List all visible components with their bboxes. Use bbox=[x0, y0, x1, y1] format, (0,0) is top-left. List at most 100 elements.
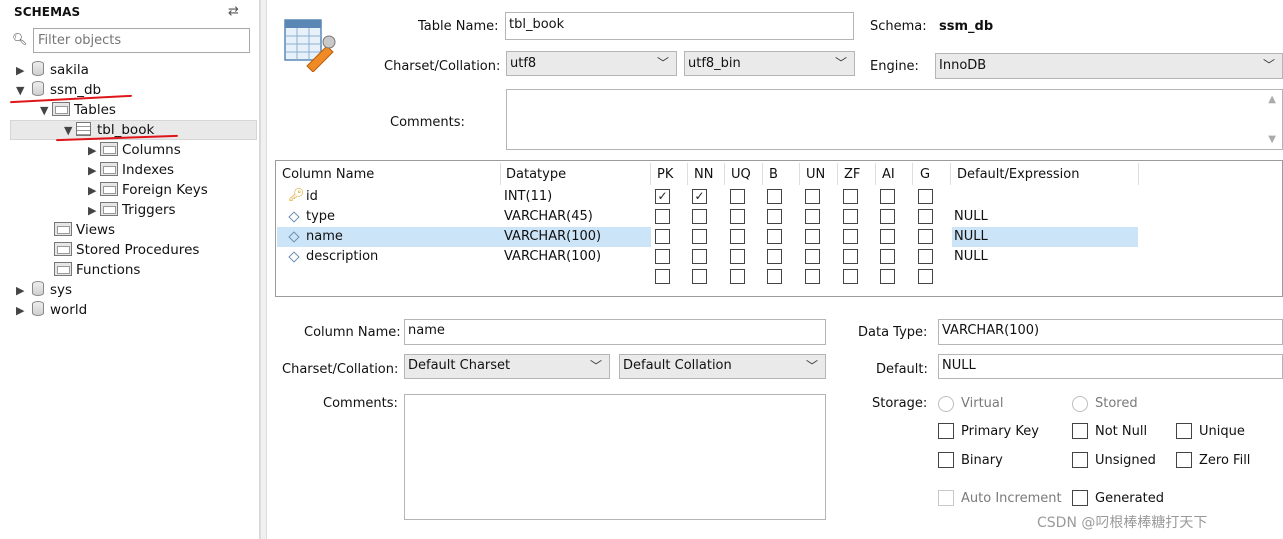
scroll-up-icon[interactable]: ▲ bbox=[1268, 94, 1276, 105]
uq-checkbox[interactable] bbox=[730, 249, 745, 264]
auto-increment-checkbox[interactable] bbox=[938, 490, 954, 506]
nn-checkbox[interactable] bbox=[692, 249, 707, 264]
g-checkbox[interactable] bbox=[918, 229, 933, 244]
b-checkbox[interactable] bbox=[767, 209, 782, 224]
tree-item-sys[interactable]: ▶ sys bbox=[16, 280, 72, 300]
nn-checkbox[interactable] bbox=[692, 229, 707, 244]
nn-checkbox[interactable]: ✓ bbox=[692, 189, 707, 204]
datatype-cell[interactable]: INT(11) bbox=[504, 189, 552, 204]
uq-checkbox[interactable] bbox=[730, 189, 745, 204]
header-un[interactable]: UN bbox=[806, 167, 825, 182]
column-name-cell[interactable]: name bbox=[306, 229, 343, 244]
pk-checkbox[interactable] bbox=[655, 229, 670, 244]
g-checkbox[interactable] bbox=[918, 249, 933, 264]
expand-arrow-icon[interactable]: ▶ bbox=[16, 61, 28, 81]
header-zf[interactable]: ZF bbox=[844, 167, 860, 182]
table-comments-textarea[interactable]: ▲ ▼ bbox=[506, 89, 1283, 150]
storage-stored-radio[interactable] bbox=[1072, 396, 1088, 412]
panel-splitter[interactable] bbox=[260, 0, 267, 539]
header-column-name[interactable]: Column Name bbox=[282, 167, 374, 182]
expand-arrow-icon[interactable]: ▶ bbox=[88, 201, 100, 221]
ai-checkbox[interactable] bbox=[880, 269, 895, 284]
un-checkbox[interactable] bbox=[805, 209, 820, 224]
columns-grid[interactable]: Column Name Datatype PK NN UQ B UN ZF AI… bbox=[275, 160, 1283, 297]
column-charset-select[interactable]: Default Charset ﹀ bbox=[404, 354, 610, 379]
b-checkbox[interactable] bbox=[767, 189, 782, 204]
column-name-cell[interactable]: id bbox=[306, 189, 318, 204]
filter-objects-input[interactable] bbox=[33, 28, 250, 53]
column-name-input[interactable]: name bbox=[404, 319, 826, 345]
ai-checkbox[interactable] bbox=[880, 229, 895, 244]
zf-checkbox[interactable] bbox=[843, 269, 858, 284]
zf-checkbox[interactable] bbox=[843, 209, 858, 224]
nn-checkbox[interactable] bbox=[692, 209, 707, 224]
tree-item-triggers[interactable]: ▶ Triggers bbox=[88, 200, 176, 220]
table-name-input[interactable]: tbl_book bbox=[505, 12, 854, 40]
collation-select[interactable]: utf8_bin ﹀ bbox=[684, 51, 855, 76]
tree-item-tables[interactable]: ▼ Tables bbox=[40, 100, 116, 120]
g-checkbox[interactable] bbox=[918, 269, 933, 284]
expand-arrow-icon[interactable]: ▶ bbox=[88, 141, 100, 161]
header-uq[interactable]: UQ bbox=[731, 167, 751, 182]
scroll-down-icon[interactable]: ▼ bbox=[1268, 134, 1276, 145]
un-checkbox[interactable] bbox=[805, 229, 820, 244]
b-checkbox[interactable] bbox=[767, 249, 782, 264]
default-cell[interactable]: NULL bbox=[954, 249, 988, 264]
datatype-cell[interactable]: VARCHAR(45) bbox=[504, 209, 593, 224]
not-null-checkbox[interactable] bbox=[1072, 423, 1088, 439]
storage-virtual-radio[interactable] bbox=[938, 396, 954, 412]
column-collation-select[interactable]: Default Collation ﹀ bbox=[619, 354, 826, 379]
column-name-cell[interactable]: description bbox=[306, 249, 378, 264]
b-checkbox[interactable] bbox=[767, 269, 782, 284]
generated-checkbox[interactable] bbox=[1072, 490, 1088, 506]
expand-arrow-icon[interactable]: ▶ bbox=[88, 161, 100, 181]
default-cell[interactable]: NULL bbox=[954, 229, 988, 244]
datatype-cell[interactable]: VARCHAR(100) bbox=[504, 229, 601, 244]
nn-checkbox[interactable] bbox=[692, 269, 707, 284]
primary-key-checkbox[interactable] bbox=[938, 423, 954, 439]
unsigned-checkbox[interactable] bbox=[1072, 452, 1088, 468]
header-g[interactable]: G bbox=[920, 167, 930, 182]
pk-checkbox[interactable] bbox=[655, 209, 670, 224]
header-datatype[interactable]: Datatype bbox=[506, 167, 566, 182]
zf-checkbox[interactable] bbox=[843, 229, 858, 244]
header-b[interactable]: B bbox=[769, 167, 778, 182]
uq-checkbox[interactable] bbox=[730, 269, 745, 284]
uq-checkbox[interactable] bbox=[730, 229, 745, 244]
tree-item-world[interactable]: ▶ world bbox=[16, 300, 87, 320]
column-comments-textarea[interactable] bbox=[404, 394, 826, 520]
pk-checkbox[interactable] bbox=[655, 269, 670, 284]
collapse-arrow-icon[interactable]: ▼ bbox=[16, 81, 28, 101]
tree-item-views[interactable]: Views bbox=[54, 220, 115, 240]
tree-item-indexes[interactable]: ▶ Indexes bbox=[88, 160, 174, 180]
tree-item-sakila[interactable]: ▶ sakila bbox=[16, 60, 89, 80]
datatype-cell[interactable]: VARCHAR(100) bbox=[504, 249, 601, 264]
tree-item-columns[interactable]: ▶ Columns bbox=[88, 140, 181, 160]
un-checkbox[interactable] bbox=[805, 249, 820, 264]
binary-checkbox[interactable] bbox=[938, 452, 954, 468]
header-ai[interactable]: AI bbox=[882, 167, 895, 182]
expand-arrow-icon[interactable]: ▶ bbox=[16, 281, 28, 301]
engine-select[interactable]: InnoDB ﹀ bbox=[935, 53, 1283, 79]
charset-select[interactable]: utf8 ﹀ bbox=[506, 51, 677, 76]
collapse-arrow-icon[interactable]: ▼ bbox=[40, 101, 52, 121]
header-default-expression[interactable]: Default/Expression bbox=[957, 167, 1079, 182]
header-pk[interactable]: PK bbox=[657, 167, 673, 182]
unique-checkbox[interactable] bbox=[1176, 423, 1192, 439]
default-input[interactable]: NULL bbox=[938, 354, 1283, 379]
default-cell[interactable]: NULL bbox=[954, 209, 988, 224]
tree-item-stored-procedures[interactable]: Stored Procedures bbox=[54, 240, 199, 260]
un-checkbox[interactable] bbox=[805, 189, 820, 204]
un-checkbox[interactable] bbox=[805, 269, 820, 284]
g-checkbox[interactable] bbox=[918, 209, 933, 224]
pk-checkbox[interactable] bbox=[655, 249, 670, 264]
tree-item-functions[interactable]: Functions bbox=[54, 260, 140, 280]
g-checkbox[interactable] bbox=[918, 189, 933, 204]
expand-arrow-icon[interactable]: ▶ bbox=[16, 301, 28, 321]
ai-checkbox[interactable] bbox=[880, 249, 895, 264]
tree-item-foreign-keys[interactable]: ▶ Foreign Keys bbox=[88, 180, 208, 200]
header-nn[interactable]: NN bbox=[694, 167, 713, 182]
uq-checkbox[interactable] bbox=[730, 209, 745, 224]
column-name-cell[interactable]: type bbox=[306, 209, 335, 224]
ai-checkbox[interactable] bbox=[880, 189, 895, 204]
